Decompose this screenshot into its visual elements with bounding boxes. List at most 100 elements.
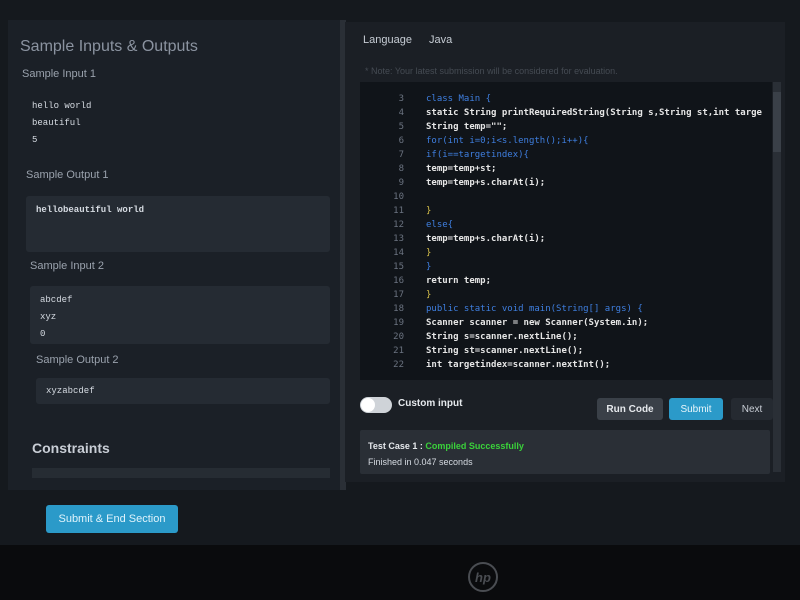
line-number: 22 bbox=[393, 360, 404, 370]
code-line: 4 static String printRequiredString(Strin… bbox=[360, 106, 762, 120]
submit-button[interactable]: Submit bbox=[669, 398, 723, 420]
run-code-button[interactable]: Run Code bbox=[597, 398, 663, 420]
line-number: 12 bbox=[393, 220, 404, 230]
code-line: 12 else{ bbox=[360, 218, 453, 232]
code-line: 17} bbox=[360, 288, 431, 302]
line-number: 20 bbox=[393, 332, 404, 342]
line-number: 16 bbox=[393, 276, 404, 286]
line-number: 5 bbox=[398, 122, 404, 132]
code-text: } bbox=[426, 206, 432, 216]
code-line: 6 for(int i=0;i<s.length();i++){ bbox=[360, 134, 589, 148]
sample-input-2-line: 0 bbox=[40, 329, 46, 339]
line-number: 11 bbox=[393, 206, 404, 216]
code-text: String temp=""; bbox=[426, 122, 508, 132]
line-number: 6 bbox=[398, 136, 404, 146]
editor-panel: Language Java * Note: Your latest submis… bbox=[345, 22, 785, 482]
code-line: 3 class Main { bbox=[360, 92, 491, 106]
code-line: 21 String st=scanner.nextLine(); bbox=[360, 344, 583, 358]
line-number: 10 bbox=[393, 192, 404, 202]
sample-input-1-box: hello world beautiful 5 bbox=[22, 92, 322, 156]
code-text: Scanner scanner = new Scanner(System.in)… bbox=[426, 318, 649, 328]
code-line: 20 String s=scanner.nextLine(); bbox=[360, 330, 578, 344]
code-text: static String printRequiredString(String… bbox=[426, 108, 762, 118]
line-number: 15 bbox=[393, 262, 404, 272]
sample-input-2-label: Sample Input 2 bbox=[30, 260, 104, 272]
code-text: String s=scanner.nextLine(); bbox=[426, 332, 578, 342]
code-text: String st=scanner.nextLine(); bbox=[426, 346, 584, 356]
code-text: } bbox=[426, 262, 432, 272]
line-number: 17 bbox=[393, 290, 404, 300]
code-text: else{ bbox=[426, 220, 454, 230]
laptop-bezel bbox=[0, 545, 800, 600]
line-number: 21 bbox=[393, 346, 404, 356]
sample-input-1-line: beautiful bbox=[32, 118, 81, 128]
code-text: temp=temp+s.charAt(i); bbox=[426, 178, 546, 188]
code-line: 9 temp=temp+s.charAt(i); bbox=[360, 176, 546, 190]
code-text: return temp; bbox=[426, 276, 492, 286]
next-button[interactable]: Next bbox=[731, 398, 773, 420]
code-text: } bbox=[426, 290, 432, 300]
code-line: 15} bbox=[360, 260, 431, 274]
custom-input-toggle[interactable] bbox=[360, 397, 392, 413]
code-line: 16 return temp; bbox=[360, 274, 491, 288]
line-number: 14 bbox=[393, 248, 404, 258]
code-text: public static void main(String[] args) { bbox=[426, 304, 643, 314]
language-row: Language Java bbox=[363, 34, 466, 46]
scrollbar[interactable] bbox=[773, 82, 781, 472]
samples-panel: Sample Inputs & Outputs Sample Input 1 h… bbox=[8, 20, 346, 490]
line-number: 9 bbox=[398, 178, 404, 188]
code-line: 14} bbox=[360, 246, 431, 260]
sample-output-1-line: hellobeautiful world bbox=[36, 205, 145, 215]
screen: Sample Inputs & Outputs Sample Input 1 h… bbox=[0, 0, 800, 545]
test-status: Compiled Successfully bbox=[425, 441, 524, 451]
code-editor[interactable]: 3 class Main { 4 static String printRequir… bbox=[360, 82, 772, 380]
test-result-panel: Test Case 1 : Compiled Successfully Fini… bbox=[360, 430, 770, 474]
sample-output-1-label: Sample Output 1 bbox=[26, 169, 109, 181]
code-text: for(int i=0;i<s.length();i++){ bbox=[426, 136, 589, 146]
hp-logo: hp bbox=[468, 562, 498, 592]
line-number: 7 bbox=[398, 150, 404, 160]
code-line: 11} bbox=[360, 204, 431, 218]
code-text: temp=temp+st; bbox=[426, 164, 497, 174]
language-select[interactable]: Java bbox=[429, 34, 452, 46]
line-number: 4 bbox=[398, 108, 404, 118]
code-line: 8 temp=temp+st; bbox=[360, 162, 497, 176]
language-label: Language bbox=[363, 34, 412, 46]
custom-input-label: Custom input bbox=[398, 398, 463, 409]
editor-controls: Custom input Run Code Submit Next bbox=[360, 392, 773, 422]
code-text: int targetindex=scanner.nextInt(); bbox=[426, 360, 611, 370]
constraints-heading: Constraints bbox=[32, 440, 110, 456]
code-line: 7 if(i==targetindex){ bbox=[360, 148, 529, 162]
sample-output-1-box: hellobeautiful world bbox=[26, 196, 330, 252]
code-text: if(i==targetindex){ bbox=[426, 150, 529, 160]
code-text: class Main { bbox=[426, 94, 492, 104]
toggle-knob bbox=[361, 398, 375, 412]
line-number: 19 bbox=[393, 318, 404, 328]
test-time: Finished in 0.047 seconds bbox=[368, 457, 473, 467]
line-number: 18 bbox=[393, 304, 404, 314]
sample-output-2-line: xyzabcdef bbox=[46, 386, 95, 396]
sample-input-2-line: xyz bbox=[40, 312, 57, 322]
submit-end-section-button[interactable]: Submit & End Section bbox=[46, 505, 178, 533]
sample-input-1-line: 5 bbox=[32, 135, 38, 145]
sample-input-1-line: hello world bbox=[32, 101, 92, 111]
sample-input-2-line: abcdef bbox=[40, 295, 73, 305]
line-number: 8 bbox=[398, 164, 404, 174]
code-line: 22 int targetindex=scanner.nextInt(); bbox=[360, 358, 610, 372]
code-line: 5 String temp=""; bbox=[360, 120, 508, 134]
code-line: 18 public static void main(String[] args)… bbox=[360, 302, 643, 316]
code-text: } bbox=[426, 248, 432, 258]
line-number: 13 bbox=[393, 234, 404, 244]
hp-logo-mark: hp bbox=[475, 570, 491, 585]
test-case-line: Test Case 1 : Compiled Successfully bbox=[368, 441, 524, 451]
code-line: 10 bbox=[360, 190, 426, 204]
submission-note: * Note: Your latest submission will be c… bbox=[365, 66, 618, 76]
test-case-label: Test Case 1 : bbox=[368, 441, 426, 451]
code-line: 19 Scanner scanner = new Scanner(System.i… bbox=[360, 316, 648, 330]
constraints-content bbox=[32, 468, 330, 478]
sample-input-1-label: Sample Input 1 bbox=[22, 68, 96, 80]
scrollbar-thumb[interactable] bbox=[773, 92, 781, 152]
sample-output-2-label: Sample Output 2 bbox=[36, 354, 119, 366]
sample-input-2-box: abcdef xyz 0 bbox=[30, 286, 330, 344]
samples-title: Sample Inputs & Outputs bbox=[20, 38, 198, 55]
